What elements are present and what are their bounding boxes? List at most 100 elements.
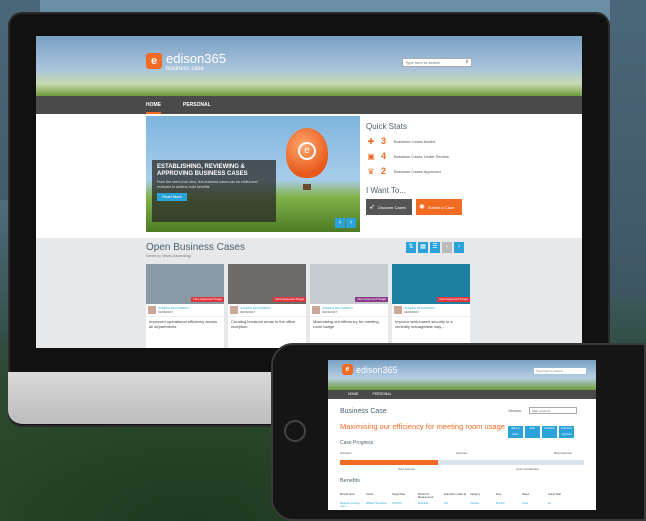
status-badge: New Approved Target <box>437 297 470 302</box>
rocket-icon: ➶ <box>369 204 375 211</box>
case-title[interactable]: Creating breakout areas in the office re… <box>228 317 306 331</box>
site-header: e edison365 business case Type here to s… <box>36 36 582 96</box>
nav-home[interactable]: HOME <box>146 96 161 114</box>
stage-label: Approved <box>456 452 467 455</box>
case-image: New Approved Target <box>310 264 388 304</box>
benefits-table-header: Benefit name Owner Target Date Method of Me… <box>340 493 572 499</box>
table-row[interactable]: Reduced meeting room... William Humphries… <box>340 502 572 508</box>
case-author: JOSEPH MCCARRON 02/06/2017 <box>310 304 388 317</box>
hero-title: ESTABLISHING, REVIEWING & APPROVING BUSI… <box>157 164 248 177</box>
search-icon[interactable]: ⌕ <box>462 58 472 67</box>
table-cell: 31/07/18 <box>392 502 402 505</box>
progress-fill <box>340 460 438 465</box>
sort-icon[interactable]: ⇅ <box>406 242 416 253</box>
carousel-controls: ‹ › <box>335 218 356 228</box>
next-slide-icon[interactable]: › <box>346 218 356 228</box>
discover-cases-button[interactable]: ➶ Discover Cases <box>366 199 412 215</box>
stat-count: 4 <box>381 151 387 161</box>
submit-case-button[interactable]: ✺ Submit a Case <box>416 199 462 215</box>
stat-row[interactable]: ✚ 3 Business Cases Added <box>366 136 516 146</box>
nav-home[interactable]: HOME <box>348 390 359 399</box>
logo-name: edison365 <box>166 51 226 66</box>
open-business-cases: Open Business Cases Sorted by Views (Asc… <box>36 238 582 348</box>
read-more-button[interactable]: Read More <box>157 193 187 201</box>
case-date: 02/06/2017 <box>240 310 256 314</box>
status-badge: New Approved Target <box>273 297 306 302</box>
stage-label: Submitted <box>340 452 352 455</box>
mobile-nav: HOME PERSONAL <box>328 390 596 399</box>
main-nav: HOME PERSONAL <box>36 96 582 114</box>
mobile-search-input[interactable]: Type here to search <box>534 368 586 374</box>
logo-mark-icon: e <box>342 364 353 375</box>
stat-row[interactable]: ♛ 2 Business Cases Approved <box>366 166 516 176</box>
case-title[interactable]: Improve web-based security in a centrall… <box>392 317 470 331</box>
site-logo[interactable]: e edison365 business case <box>146 50 226 72</box>
stat-count: 2 <box>381 166 387 176</box>
column-header: Category <box>470 493 481 496</box>
avatar <box>230 306 238 314</box>
case-author: JOSEPH MCCARRON 02/06/2017 <box>228 304 306 317</box>
save-close-button[interactable]: Save & Close <box>508 426 523 438</box>
prev-page-icon[interactable]: ‹ <box>442 242 452 253</box>
table-cell: £0 <box>548 502 551 505</box>
submit-approval-button[interactable]: Submit for Approval <box>559 426 574 438</box>
case-progress: Submitted Open Approval Approved Under C… <box>340 452 584 474</box>
view-controls: ⇅ ▦ ☰ ‹ › <box>406 242 464 253</box>
business-case-title: Business Case <box>340 408 387 415</box>
stat-label: Business Cases Under Review <box>394 153 449 159</box>
quick-stats-title: Quick Stats <box>366 122 407 131</box>
grid-view-icon[interactable]: ▦ <box>418 242 428 253</box>
logo-tagline: business case <box>166 66 205 72</box>
status-badge: New Approved Target <box>191 297 224 302</box>
case-card[interactable]: New Approved Target JOSEPH MCCARRON 02/0… <box>310 264 388 348</box>
column-header: Status <box>522 493 530 496</box>
discover-cases-label: Discover Cases <box>377 204 406 210</box>
version-label: Version <box>508 408 522 413</box>
stat-count: 3 <box>381 136 387 146</box>
background-building <box>610 0 646 300</box>
mobile-logo[interactable]: e edison365 <box>342 364 398 375</box>
i-want-to-actions: ➶ Discover Cases ✺ Submit a Case <box>366 199 516 215</box>
edit-button[interactable]: Edit <box>525 426 540 438</box>
stat-label: Business Cases Approved <box>394 168 441 174</box>
quick-stats: Quick Stats ✚ 3 Business Cases Added ▣ 4… <box>366 122 516 215</box>
stat-row[interactable]: ▣ 4 Business Cases Under Review <box>366 151 516 161</box>
workflow-button[interactable]: Workflow <box>542 426 557 438</box>
avatar <box>312 306 320 314</box>
submit-case-label: Submit a Case <box>427 204 455 210</box>
case-headline: Maximising our efficiency for meeting ro… <box>340 422 505 431</box>
nav-personal[interactable]: PERSONAL <box>373 390 392 399</box>
table-cell: N/A <box>444 502 449 505</box>
case-image: New Approved Target <box>392 264 470 304</box>
case-title[interactable]: Maximising our efficiency for meeting ro… <box>310 317 388 331</box>
logo-name: edison365 <box>356 364 398 375</box>
case-date: 02/06/2017 <box>158 310 174 314</box>
desktop-screen: e edison365 business case Type here to s… <box>36 36 582 348</box>
version-select[interactable]: SEE versions <box>529 407 577 414</box>
table-cell: Reduced meeting room... <box>340 502 360 508</box>
case-card[interactable]: New Approved Target JOSEPH MCCARRON 02/0… <box>392 264 470 348</box>
column-header: Owner <box>366 493 374 496</box>
section-subtitle: Sorted by Views (Ascending) <box>146 254 191 258</box>
case-cards: New Approved Target JOSEPH MCCARRON 02/0… <box>146 264 470 348</box>
hero-carousel: e ESTABLISHING, REVIEWING & APPROVING BU… <box>146 116 360 232</box>
stage-label: Open Approval <box>398 468 415 471</box>
stat-label: Business Cases Added <box>394 138 436 144</box>
home-button[interactable] <box>284 420 306 442</box>
avatar <box>394 306 402 314</box>
table-cell: Open <box>522 502 529 505</box>
case-title[interactable]: Improved operational efficiency across a… <box>146 317 224 331</box>
next-page-icon[interactable]: › <box>454 242 464 253</box>
stage-label: Board Approved <box>554 452 572 455</box>
nav-personal[interactable]: PERSONAL <box>183 96 211 114</box>
table-cell: William Humphries <box>366 502 387 505</box>
hero-description: From the seed of an idea, firm business … <box>157 180 258 189</box>
benefits-title: Benefits <box>340 478 360 484</box>
list-view-icon[interactable]: ☰ <box>430 242 440 253</box>
column-header: Benefit name <box>340 493 355 496</box>
case-author: JOSEPH MCCARRON 02/06/2017 <box>392 304 470 317</box>
case-card[interactable]: New Approved Target JOSEPH MCCARRON 02/0… <box>228 264 306 348</box>
prev-slide-icon[interactable]: ‹ <box>335 218 345 228</box>
trophy-icon: ♛ <box>367 166 375 176</box>
case-card[interactable]: New Approved Target JOSEPH MCCARRON 02/0… <box>146 264 224 348</box>
